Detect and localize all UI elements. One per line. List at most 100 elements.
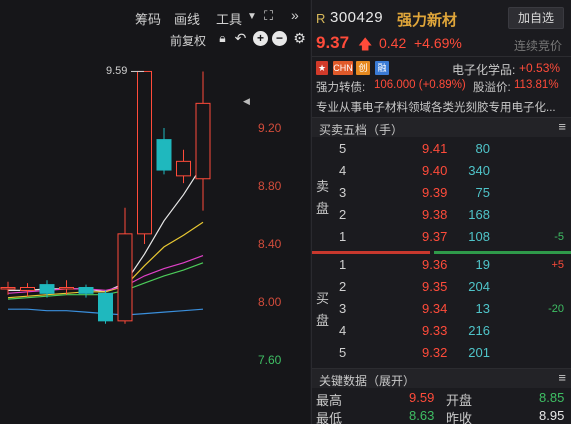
candle[interactable] xyxy=(137,70,152,244)
level-price: 9.37 xyxy=(422,229,448,244)
kline-chart-panel: 筹码 画线 工具 ▼ ⛶ » 前复权 🔒︎ ↶ + − ⚙ 9.59 ◀ 9.2… xyxy=(0,0,310,424)
level-volume-change: +5 xyxy=(551,259,564,271)
china-flag-icon: ★ xyxy=(316,61,328,75)
level-volume: 168 xyxy=(468,207,490,222)
chip-distribution-button[interactable]: 筹码 xyxy=(135,9,161,28)
sell-level-row[interactable]: 4 9.40 340 xyxy=(312,160,571,182)
level-price: 9.41 xyxy=(422,141,448,156)
ma-line-yellow xyxy=(7,221,204,299)
level-price: 9.35 xyxy=(422,279,448,294)
level-index: 2 xyxy=(339,207,347,222)
price-axis: ◀ 9.20 8.80 8.40 8.00 7.60 xyxy=(243,0,310,424)
adjust-mode-button[interactable]: 前复权 xyxy=(170,32,206,49)
sector-name[interactable]: 电子化学品: xyxy=(452,61,515,78)
premium-label: 股溢价: xyxy=(473,82,511,94)
level-price: 9.36 xyxy=(422,257,448,272)
level-price: 9.40 xyxy=(422,163,448,178)
sell-level-row[interactable]: 5 9.41 80 xyxy=(312,138,571,160)
margin-trading-tag[interactable]: 融 xyxy=(375,61,389,75)
key-data-header[interactable]: 关键数据（展开） ≡ xyxy=(312,368,571,388)
level-volume: 340 xyxy=(468,163,490,178)
level-volume-change: -5 xyxy=(554,231,564,243)
candle[interactable] xyxy=(195,71,211,211)
add-watchlist-button[interactable]: 加自选 xyxy=(508,7,564,29)
candle[interactable] xyxy=(78,284,94,298)
price-change-pct: +4.69% xyxy=(414,35,462,51)
buy-level-row[interactable]: 1 9.36 19 +5 xyxy=(312,254,571,276)
level-index: 1 xyxy=(339,229,347,244)
last-price: 9.37 xyxy=(316,33,350,52)
chn-tag[interactable]: CHN xyxy=(333,61,353,75)
order-book-header[interactable]: 买卖五档（手） ≡ xyxy=(312,117,571,137)
level-volume-change: -20 xyxy=(548,303,564,315)
candle[interactable] xyxy=(176,149,191,184)
high-label: 最高 xyxy=(316,393,343,408)
price-tick: 7.60 xyxy=(258,353,282,367)
tools-menu-button[interactable]: 工具 xyxy=(216,9,242,28)
level-index: 3 xyxy=(339,185,347,200)
quote-header: R 300429 强力新材 加自选 9.37 🡅 0.42 +4.69% 连续竞… xyxy=(312,0,571,55)
buy-level-row[interactable]: 3 9.34 13 -20 xyxy=(312,298,571,320)
open-value: 8.85 xyxy=(539,390,565,405)
chinext-tag[interactable]: 创 xyxy=(356,61,370,75)
level-volume: 80 xyxy=(475,141,490,156)
stock-code: 300429 xyxy=(330,9,384,26)
level-price: 9.38 xyxy=(422,207,448,222)
candle[interactable] xyxy=(156,128,172,175)
lock-icon[interactable]: 🔒︎ xyxy=(215,31,230,46)
level-index: 2 xyxy=(339,279,347,294)
order-book-title: 买卖五档（手） xyxy=(319,123,404,137)
axis-pointer-icon: ◀ xyxy=(243,96,250,106)
level-price: 9.33 xyxy=(422,323,448,338)
buy-level-row[interactable]: 5 9.32 201 xyxy=(312,342,571,364)
convertible-value: 106.000 (+0.89%) xyxy=(374,79,466,91)
level-index: 5 xyxy=(339,141,347,156)
level-volume: 201 xyxy=(468,345,490,360)
key-data-table: 最高 9.59 开盘 8.85 最低 8.63 昨收 8.95 xyxy=(312,388,571,424)
open-label: 开盘 xyxy=(446,393,473,408)
undo-icon[interactable]: ↶ xyxy=(233,31,248,46)
price-tick: 8.80 xyxy=(258,179,282,193)
candle[interactable] xyxy=(20,283,35,297)
candlestick-chart[interactable] xyxy=(0,50,255,424)
price-tick: 9.20 xyxy=(258,121,282,135)
menu-icon[interactable]: ≡ xyxy=(558,119,566,134)
level-volume: 204 xyxy=(468,279,490,294)
buy-level-row[interactable]: 2 9.35 204 xyxy=(312,276,571,298)
level-index: 5 xyxy=(339,345,347,360)
level-index: 3 xyxy=(339,301,347,316)
low-value: 8.63 xyxy=(409,408,435,423)
prev-close-label: 昨收 xyxy=(446,411,473,424)
up-arrow-icon: 🡅 xyxy=(358,36,373,52)
sell-level-row[interactable]: 2 9.38 168 xyxy=(312,204,571,226)
premium-value: 113.81% xyxy=(514,79,559,91)
trading-status: 连续竞价 xyxy=(514,39,563,53)
buy-level-row[interactable]: 4 9.33 216 xyxy=(312,320,571,342)
candle[interactable] xyxy=(117,207,133,324)
sell-level-row[interactable]: 1 9.37 108 -5 xyxy=(312,226,571,248)
sell-level-row[interactable]: 3 9.39 75 xyxy=(312,182,571,204)
price-tick: 8.40 xyxy=(258,237,282,251)
convertible-bond-row[interactable]: 强力转债: 106.000 (+0.89%) 股溢价: 113.81% xyxy=(312,77,571,95)
r-badge: R xyxy=(316,11,326,26)
low-label: 最低 xyxy=(316,411,343,424)
level-volume: 13 xyxy=(475,301,490,316)
level-volume: 108 xyxy=(468,229,490,244)
chart-high-label: 9.59 xyxy=(106,65,128,77)
draw-line-button[interactable]: 画线 xyxy=(174,9,200,28)
sector-change: +0.53% xyxy=(519,61,561,75)
menu-icon[interactable]: ≡ xyxy=(558,370,566,385)
level-index: 1 xyxy=(339,257,347,272)
level-index: 4 xyxy=(339,163,347,178)
order-book: 卖盘 买盘 5 9.41 80 4 9.40 340 3 9.39 75 2 9.38 168 1 9.3… xyxy=(312,138,571,368)
company-description-row[interactable]: 专业从事电子材料领域各类光刻胶专用电子化... xyxy=(312,96,571,116)
price-tick: 8.00 xyxy=(258,295,282,309)
ma-line-magenta xyxy=(7,255,204,294)
key-data-title: 关键数据（展开） xyxy=(319,374,416,388)
prev-close-value: 8.95 xyxy=(539,408,565,423)
price-change: 0.42 xyxy=(379,35,407,51)
candle[interactable] xyxy=(98,290,113,324)
level-price: 9.34 xyxy=(422,301,448,316)
quote-panel: R 300429 强力新材 加自选 9.37 🡅 0.42 +4.69% 连续竞… xyxy=(311,0,571,424)
convertible-label: 强力转债: xyxy=(316,82,366,94)
